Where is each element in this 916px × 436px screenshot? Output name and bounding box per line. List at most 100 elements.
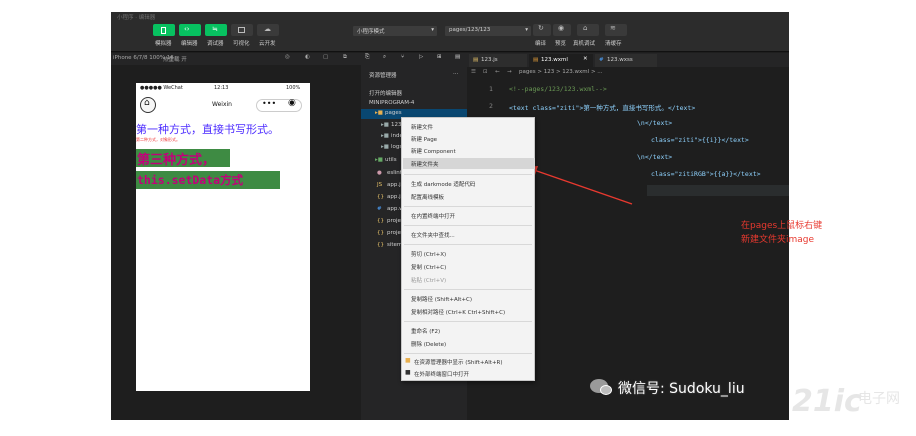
home-icon: ⌂ <box>144 98 150 108</box>
tab-123-wxss[interactable]: # 123.wxss <box>595 54 657 67</box>
menu-copy-path[interactable]: 复制路径 (Shift+Alt+C) <box>411 295 472 303</box>
file-icon: {} <box>377 194 384 200</box>
breadcrumb[interactable]: pages > 123 > 123.wxml > ... <box>519 69 603 75</box>
layers-icon: ≋ <box>610 24 616 32</box>
tab-123-js[interactable]: ▤ 123.js <box>469 54 527 67</box>
settings-icon[interactable]: ▤ <box>455 54 460 60</box>
search-icon[interactable]: ⌕ <box>383 54 386 61</box>
layout-icon <box>238 27 245 33</box>
forward-icon[interactable]: → <box>507 69 512 75</box>
phone-screen: ●●●●● WeChat 12:13 100% ⌂ Weixin ••• ◉ 第… <box>136 83 310 391</box>
tree-item-pages[interactable]: pages <box>385 110 402 116</box>
editor-button[interactable] <box>179 24 201 36</box>
file-icon: # <box>377 206 382 212</box>
menu-new-page[interactable]: 新建 Page <box>411 135 437 143</box>
menu-open-external-terminal[interactable]: 在外部终端窗口中打开 <box>414 370 469 378</box>
menu-cut[interactable]: 剪切 (Ctrl+X) <box>411 250 446 258</box>
refresh-icon: ↻ <box>538 24 544 32</box>
bookmark-icon[interactable]: ⊡ <box>483 69 488 75</box>
code-line: class="zitiRGB">{{a}}</text> <box>651 170 761 178</box>
more-icon: ••• <box>262 99 277 108</box>
chevron-down-icon: ▾ <box>525 27 528 33</box>
clear-cache-button[interactable] <box>605 24 627 36</box>
menu-rename[interactable]: 重命名 (F2) <box>411 327 440 335</box>
watermark-text: 微信号: Sudoku_liu <box>618 381 745 397</box>
annotation-line2: 新建文件夹image <box>741 235 815 245</box>
tree-item-123[interactable]: 123 <box>391 122 402 128</box>
extensions-icon[interactable]: ⊞ <box>437 54 442 60</box>
menu-divider <box>404 353 532 354</box>
rotate-icon[interactable]: ▢ <box>323 54 328 60</box>
split-icon[interactable]: ☰ <box>471 69 476 75</box>
more-icon[interactable]: ··· <box>453 71 458 77</box>
menu-divider <box>404 225 532 226</box>
nav-title: Weixin <box>212 101 232 108</box>
site-logo: 21ic 电子网 <box>792 384 914 430</box>
code-line: <text class="ziti">第一种方式，直接书写形式。</text> <box>509 104 696 112</box>
tree-item-utils[interactable]: utils <box>385 157 397 163</box>
current-line-highlight <box>647 185 789 196</box>
phone-line1: 第一种方式，直接书写形式。 <box>136 123 279 136</box>
back-icon[interactable]: ← <box>495 69 500 75</box>
menu-offline-template[interactable]: 配置离线模板 <box>411 193 444 201</box>
menu-new-folder[interactable]: 新建文件夹 <box>411 160 439 168</box>
stop-icon[interactable]: ◎ <box>285 54 290 60</box>
real-device-label: 真机调试 <box>573 41 596 47</box>
debug-run-icon[interactable]: ▷ <box>419 54 423 60</box>
eye-icon: ◉ <box>558 24 565 32</box>
menu-new-component[interactable]: 新建 Component <box>411 147 456 155</box>
folder-icon: ▸■ <box>375 157 383 163</box>
close-icon[interactable]: ✕ <box>583 56 588 62</box>
folder-icon: ▸■ <box>381 133 389 139</box>
device-icon: ⌂ <box>583 24 588 32</box>
window-icon[interactable]: ⧉ <box>343 54 347 61</box>
wxss-file-icon: # <box>599 57 604 63</box>
menu-paste[interactable]: 粘贴 (Ctrl+V) <box>411 276 446 284</box>
menu-open-terminal[interactable]: 在内置终端中打开 <box>411 212 455 220</box>
simulator-label: 模拟器 <box>155 41 172 47</box>
chevron-down-icon: ▾ <box>431 27 434 33</box>
git-icon[interactable]: ⑂ <box>401 54 404 60</box>
editor-tabs: ▤ 123.js ▤ 123.wxml ✕ # 123.wxss <box>467 53 789 67</box>
file-icon: {} <box>377 242 384 248</box>
top-toolbar: 小程序 · 编辑器 模拟器 ‹› 编辑器 ≒ 调试器 可视化 ☁ 云开发 小程序… <box>111 12 789 52</box>
file-icon: JS <box>377 182 383 188</box>
menu-darkmode[interactable]: 生成 darkmode 适配代码 <box>411 180 475 188</box>
logo-subtext: 电子网 <box>858 391 900 407</box>
folder-open-icon: ■ <box>405 357 411 364</box>
menu-delete[interactable]: 删除 (Delete) <box>411 340 446 348</box>
menu-find-in-folder[interactable]: 在文件夹中查找... <box>411 231 455 239</box>
reload-select[interactable]: 热重载 开 <box>163 55 187 63</box>
menu-divider <box>404 174 532 175</box>
menu-new-file[interactable]: 新建文件 <box>411 123 433 131</box>
menu-divider <box>404 321 532 322</box>
sound-icon[interactable]: ◐ <box>305 54 310 60</box>
toolbar-left: 模拟器 ‹› 编辑器 ≒ 调试器 可视化 ☁ 云开发 <box>151 24 291 50</box>
logo-text: 21ic <box>792 384 862 419</box>
phone-status-left: ●●●●● WeChat <box>140 85 183 91</box>
project-root[interactable]: MINIPROGRAM-4 <box>369 100 414 106</box>
file-icon: {} <box>377 230 384 236</box>
context-menu: 新建文件 新建 Page 新建 Component 新建文件夹 生成 darkm… <box>401 117 535 381</box>
file-icon: {} <box>377 218 384 224</box>
folder-icon: ▸■ <box>381 144 389 150</box>
phone-icon <box>161 27 166 34</box>
tab-123-wxml[interactable]: ▤ 123.wxml ✕ <box>529 54 593 67</box>
menu-copy-relative-path[interactable]: 复制相对路径 (Ctrl+K Ctrl+Shift+C) <box>411 308 505 316</box>
preview-label: 预览 <box>555 41 567 47</box>
line-number: 2 <box>489 102 493 110</box>
annotation-line1: 在pages上鼠标右键 <box>741 221 823 231</box>
wxml-file-icon: ▤ <box>533 57 539 63</box>
mode-select[interactable]: 小程序模式 ▾ <box>353 26 437 36</box>
real-device-button[interactable] <box>577 24 599 36</box>
simulator-panel: ●●●●● WeChat 12:13 100% ⌂ Weixin ••• ◉ 第… <box>111 65 361 420</box>
explorer-icons: ⎘ ⌕ ⑂ ▷ ⊞ ▤ <box>361 53 467 65</box>
menu-reveal-explorer[interactable]: 在资源管理器中显示 (Shift+Alt+R) <box>414 358 503 366</box>
files-icon[interactable]: ⎘ <box>365 54 369 61</box>
open-editors[interactable]: 打开的编辑器 <box>369 89 402 97</box>
visual-label: 可视化 <box>233 41 250 47</box>
phone-line2: 第二种方式，对象形式。 <box>136 137 180 142</box>
page-select[interactable]: pages/123/123 ▾ <box>445 26 531 36</box>
menu-copy[interactable]: 复制 (Ctrl+C) <box>411 263 446 271</box>
phone-line4: this.setData方式 <box>137 173 244 187</box>
